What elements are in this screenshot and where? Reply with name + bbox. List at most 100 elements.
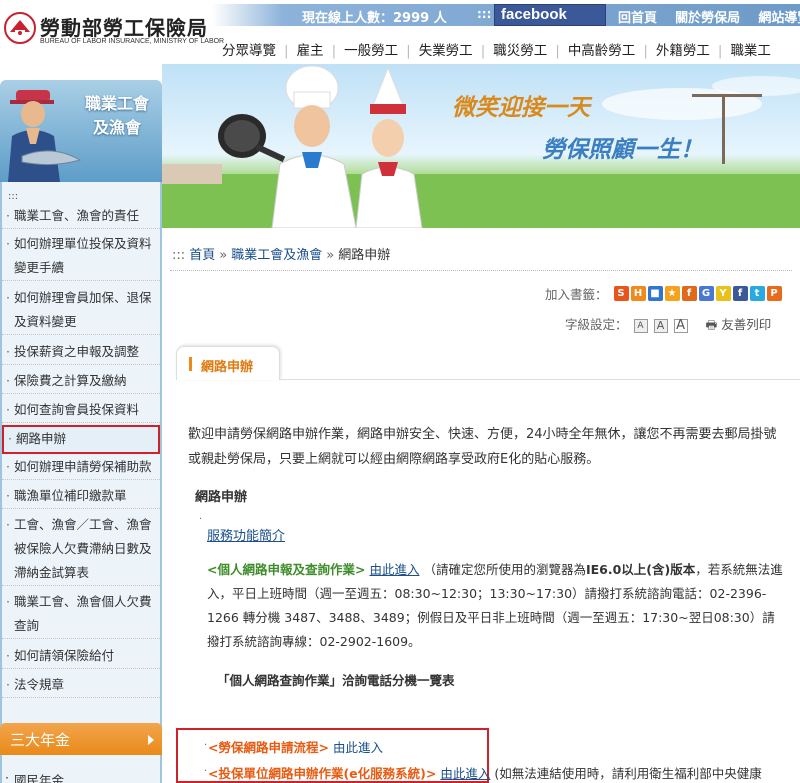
nav-separator: | <box>406 43 411 59</box>
font-size-small-button[interactable]: A <box>633 318 648 333</box>
sidebar-item-member-query[interactable]: 如何查詢會員投保資料 <box>2 398 160 423</box>
service-intro-link[interactable]: 服務功能簡介 <box>207 525 285 544</box>
sidebar-item-late-fee-calc[interactable]: 工會、漁會／工會、漁會被保險人欠費滯納日數及滯納金試算表 <box>2 513 160 586</box>
font-size-controls: 字級設定： A A A 🖶 友善列印 <box>565 314 771 337</box>
sidebar-menu: ::: 職業工會、漁會的責任 如何辦理單位投保及資料變更手續 如何辦理會員加保、… <box>0 182 162 783</box>
home-link[interactable]: 回首頁 <box>618 11 657 26</box>
yahoo-icon[interactable]: Y <box>715 286 731 301</box>
nav-item-occupational[interactable]: 職業工 <box>730 36 771 62</box>
tab-marker <box>189 357 192 371</box>
breadcrumb: ::: 首頁» 職業工會及漁會» 網路申辦 <box>172 244 390 263</box>
nav-separator: | <box>643 43 648 59</box>
section-heading: 網路申辦 <box>195 490 248 505</box>
flow-enter-link[interactable]: 由此進入 <box>333 740 383 755</box>
org-name: 勞動部勞工保險局 <box>40 16 208 40</box>
breadcrumb-separator: » <box>326 248 335 263</box>
intro-paragraph: 歡迎申請勞保網路申辦作業，網路申辦安全、快速、方便，24小時全年無休，讓您不再需… <box>188 427 777 467</box>
flow-title: <勞保網路申請流程> <box>208 740 329 755</box>
sidebar: 職業工會 及漁會 ::: 職業工會、漁會的責任 如何辦理單位投保及資料變更手續 … <box>0 80 162 783</box>
sidebar-item-reprint-bill[interactable]: 職漁單位補印繳款單 <box>2 484 160 509</box>
flow-link-row: <勞保網路申請流程> 由此進入 <box>208 737 383 756</box>
sidebar-item-subsidy[interactable]: 如何辦理申請勞保補助款 <box>2 455 160 480</box>
myshare-icon[interactable]: ★ <box>664 286 680 301</box>
unit-service-enter-link[interactable]: 由此進入 <box>440 766 490 781</box>
top-utility-bar: 現在線上人數：2999 人 ::: facebook 回首頁 關於勞保局 網站導… <box>212 4 800 26</box>
about-link[interactable]: 關於勞保局 <box>675 11 740 26</box>
facebook-icon[interactable]: f <box>732 286 748 301</box>
chef-female-illustration <box>355 66 423 228</box>
personal-note-prefix: （請確定您所使用的瀏覽器為 <box>423 562 586 577</box>
online-users-count: 現在線上人數：2999 人 <box>302 11 447 26</box>
sidebar-title: 職業工會 及漁會 <box>72 92 162 140</box>
pension-section-title: 三大年金 <box>10 731 71 749</box>
nav-separator: | <box>480 43 486 59</box>
breadcrumb-separator: » <box>219 248 228 263</box>
breadcrumb-accesskey[interactable]: ::: <box>172 248 185 263</box>
plurk-icon[interactable]: P <box>766 286 782 301</box>
bookmark-label: 加入書籤： <box>545 287 608 302</box>
sidebar-item-union-responsibility[interactable]: 職業工會、漁會的責任 <box>2 204 160 229</box>
nav-item-unemployed[interactable]: 失業勞工 <box>419 36 473 62</box>
banner-slogan-1: 微笑迎接一天 <box>452 94 590 121</box>
bullet-dot: · <box>204 766 208 777</box>
pension-section-header[interactable]: 三大年金 <box>0 723 162 755</box>
delicious-icon[interactable]: ■ <box>647 286 663 301</box>
font-size-label: 字級設定： <box>565 317 628 332</box>
facebook-button[interactable]: facebook <box>494 4 606 26</box>
sidebar-item-member-enrollment[interactable]: 如何辦理會員加保、退保及資料變更 <box>2 286 160 335</box>
breadcrumb-parent[interactable]: 職業工會及漁會 <box>231 248 322 263</box>
browser-requirement: IE6.0以上(含)版本 <box>585 562 696 577</box>
sidebar-item-benefits[interactable]: 如何請領保險給付 <box>2 644 160 669</box>
hemidemi-icon[interactable]: H <box>630 286 646 301</box>
main-content: ::: 首頁» 職業工會及漁會» 網路申辦 加入書籤： S H ■ ★ f G Yf t P 字級設定… <box>162 228 800 783</box>
udn-icon[interactable]: f <box>681 286 697 301</box>
phone-extension-link[interactable]: 「個人網路查詢作業」洽詢電話分機一覽表 <box>217 670 455 689</box>
personal-service-enter-link[interactable]: 由此進入 <box>369 562 419 577</box>
nav-item-foreign[interactable]: 外籍勞工 <box>656 36 710 62</box>
font-size-large-button[interactable]: A <box>673 318 688 333</box>
banner-slogan-2: 勞保照顧一生！ <box>542 136 703 163</box>
bookmark-bar: 加入書籤： S H ■ ★ f G Yf t P <box>545 284 784 303</box>
site-logo[interactable]: 勞動部勞工保險局 BUREAU OF LABOR INSURANCE, MINI… <box>4 8 224 54</box>
bullet-dot: · <box>199 514 203 525</box>
nav-separator: | <box>717 43 723 59</box>
bullet-dot: · <box>204 740 208 751</box>
top-links: 回首頁 關於勞保局 網站導覽 <box>618 7 800 26</box>
print-label: 友善列印 <box>721 317 772 332</box>
funp-icon[interactable]: S <box>613 286 629 301</box>
font-size-medium-button[interactable]: A <box>653 318 668 333</box>
accesskey-marker[interactable]: ::: <box>477 7 491 21</box>
sitemap-link[interactable]: 網站導覽 <box>758 11 800 26</box>
nav-item-general-workers[interactable]: 一般勞工 <box>344 36 398 62</box>
personal-service-block: <個人網路申報及查詢作業> 由此進入 （請確定您所使用的瀏覽器為IE6.0以上(… <box>207 558 787 654</box>
sidebar-item-salary-report[interactable]: 投保薪資之申報及調整 <box>2 340 160 365</box>
nav-separator: | <box>284 43 289 59</box>
sidebar-item-premium-calc[interactable]: 保險費之計算及繳納 <box>2 369 160 394</box>
unit-service-note: (如無法連結使用時，請利用衛生福利部中央健康 <box>494 766 762 781</box>
sidebar-item-regulations[interactable]: 法令規章 <box>2 673 160 698</box>
print-button[interactable]: 🖶 友善列印 <box>706 317 772 332</box>
site-header: 勞動部勞工保險局 BUREAU OF LABOR INSURANCE, MINI… <box>0 0 800 64</box>
nav-item-employer[interactable]: 雇主 <box>297 36 324 62</box>
sidebar-item-national-pension[interactable]: 國民年金 <box>0 770 162 783</box>
sidebar-accesskey[interactable]: ::: <box>8 191 18 202</box>
main-nav: 分眾導覽 | 雇主 | 一般勞工 | 失業勞工 | 職災勞工 | 中高齡勞工 | 外籍勞工 | 職業工 <box>222 36 800 62</box>
printer-icon: 🖶 <box>705 317 718 332</box>
nav-item-audience-guide[interactable]: 分眾導覽 <box>222 36 276 62</box>
breadcrumb-home[interactable]: 首頁 <box>189 248 215 263</box>
twitter-icon[interactable]: t <box>749 286 765 301</box>
nav-item-senior[interactable]: 中高齡勞工 <box>568 36 636 62</box>
sidebar-item-online-service[interactable]: 網路申辦 <box>2 425 160 454</box>
google-icon[interactable]: G <box>698 286 714 301</box>
sidebar-item-unit-insurance[interactable]: 如何辦理單位投保及資料變更手續 <box>2 232 160 281</box>
org-name-en: BUREAU OF LABOR INSURANCE, MINISTRY OF L… <box>40 38 225 45</box>
tab-divider <box>280 379 800 380</box>
tab-online-service[interactable]: 網路申辦 <box>176 346 280 380</box>
sidebar-item-arrears-query[interactable]: 職業工會、漁會個人欠費查詢 <box>2 590 160 639</box>
sidebar-title-line1: 職業工會 <box>84 94 149 113</box>
arrow-right-icon <box>148 735 154 745</box>
bookmark-icons: S H ■ ★ f G Yf t P <box>613 286 784 301</box>
breadcrumb-divider <box>170 270 792 271</box>
personal-service-title: <個人網路申報及查詢作業> <box>207 562 366 577</box>
nav-item-injured[interactable]: 職災勞工 <box>493 36 547 62</box>
